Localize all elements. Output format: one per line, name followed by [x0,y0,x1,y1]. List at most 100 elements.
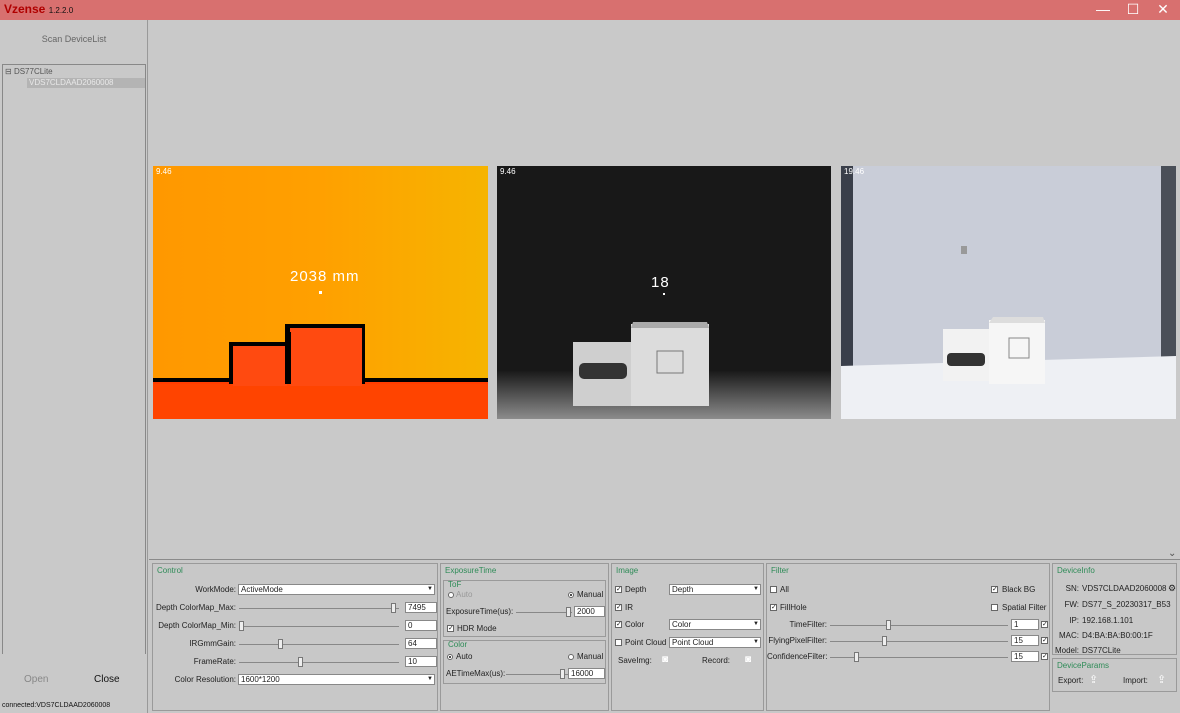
flying-pixel-slider[interactable] [830,641,1008,642]
spatial-filter-label: Spatial Filter [1002,603,1047,612]
expand-bottom-icon[interactable]: ⌄ [1168,548,1176,559]
device-params-title: DeviceParams [1057,661,1110,670]
color-exposure-subgroup: Color Auto Manual AETimeMax(us): 16000 [443,640,606,684]
time-filter-checkbox[interactable]: ✓ [1041,621,1048,628]
colormap-min-input[interactable]: 0 [405,620,437,631]
colormap-min-slider-handle[interactable] [239,621,244,631]
ir-fps: 9.46 [500,167,516,176]
confidence-filter-input[interactable]: 15 [1011,651,1039,662]
scan-devicelist-button[interactable]: Scan DeviceList [0,34,148,44]
colormap-max-slider[interactable] [239,608,399,609]
record-icon[interactable]: ◙ [745,654,751,665]
confidence-filter-checkbox[interactable]: ✓ [1041,653,1048,660]
tof-auto-label: Auto [456,590,473,599]
exposure-title: ExposureTime [445,566,497,575]
irgamma-input[interactable]: 64 [405,638,437,649]
tof-auto-radio[interactable] [448,592,454,598]
irgamma-slider[interactable] [239,644,399,645]
color-manual-label: Manual [577,652,604,661]
colormap-max-slider-handle[interactable] [390,603,396,613]
tof-subgroup: ToF Auto Manual ExposureTime(us): 2000 ✓… [443,580,606,637]
color-image [841,166,1176,419]
flying-pixel-slider-handle[interactable] [882,636,887,646]
hdr-mode-label: HDR Mode [457,624,497,633]
image-group: Image ✓ Depth Depth ▼ ✓ IR ✓ Color Color ▼… [611,563,764,711]
flying-pixel-input[interactable]: 15 [1011,635,1039,646]
hdr-mode-checkbox[interactable]: ✓ [447,625,454,632]
export-icon[interactable]: ⇪ [1089,673,1098,686]
time-filter-input[interactable]: 1 [1011,619,1039,630]
depth-checkbox[interactable]: ✓ [615,586,622,593]
brand-name: Vzense [4,2,46,16]
colormap-min-slider[interactable] [239,626,399,627]
color-exposure-title: Color [448,640,468,649]
exposure-time-slider-handle[interactable] [566,607,571,617]
ae-time-max-label: AETimeMax(us): [446,669,506,678]
workmode-select[interactable]: ActiveMode ▼ [238,584,435,595]
ip-label: IP: [1069,616,1079,625]
close-window-button[interactable]: ✕ [1148,0,1178,20]
color-checkbox[interactable]: ✓ [615,621,622,628]
point-cloud-label: Point Cloud [625,638,667,647]
title-bar: Vzense 1.2.2.0 — ☐ ✕ [0,0,1180,20]
ae-time-max-input[interactable]: 16000 [568,668,605,679]
spatial-filter-checkbox[interactable] [991,604,998,611]
maximize-button[interactable]: ☐ [1118,0,1148,20]
time-filter-slider[interactable] [830,625,1008,626]
fillhole-checkbox[interactable]: ✓ [770,604,777,611]
camera-icon[interactable]: ◙ [662,654,668,665]
import-icon[interactable]: ⇪ [1157,673,1166,686]
ir-checkbox[interactable]: ✓ [615,604,622,611]
tree-collapse-icon[interactable]: ⊟ [5,67,12,76]
device-info-title: DeviceInfo [1057,566,1095,575]
color-manual-radio[interactable] [568,654,574,660]
time-filter-slider-handle[interactable] [886,620,891,630]
framerate-slider-handle[interactable] [297,657,303,667]
point-cloud-checkbox[interactable] [615,639,622,646]
chevron-down-icon: ▼ [753,639,759,645]
settings-gear-icon[interactable]: ⚙ [1168,583,1176,594]
ir-value-readout: 18 [651,274,670,291]
saveimg-label: SaveImg: [618,656,652,665]
ir-image [497,166,831,419]
ir-view[interactable]: 9.46 18 [497,166,831,419]
sn-label: SN: [1065,584,1079,593]
depth-distance-readout: 2038 mm [290,268,360,285]
framerate-slider[interactable] [239,662,399,663]
control-group: Control WorkMode: ActiveMode ▼ Depth Colo… [152,563,438,711]
mac-value: D4:BA:BA:B0:00:1F [1082,631,1153,640]
exposure-time-input[interactable]: 2000 [574,606,605,617]
tree-device-item[interactable]: VDS7CLDAAD2060008 [27,78,145,88]
framerate-input[interactable]: 10 [405,656,437,667]
close-device-button[interactable]: Close [94,674,120,685]
depth-mode-select[interactable]: Depth ▼ [669,584,761,595]
tof-manual-radio[interactable] [568,592,574,598]
settings-panel: Control WorkMode: ActiveMode ▼ Depth Colo… [149,559,1180,713]
minimize-button[interactable]: — [1088,0,1118,20]
color-mode-select[interactable]: Color ▼ [669,619,761,630]
ae-time-max-slider-handle[interactable] [560,669,565,679]
point-cloud-select[interactable]: Point Cloud ▼ [669,637,761,648]
image-title: Image [616,566,639,575]
black-bg-label: Black BG [1002,585,1036,594]
color-auto-radio[interactable] [447,654,453,660]
black-bg-checkbox[interactable]: ✓ [991,586,998,593]
device-list-panel: Scan DeviceList ⊟ DS77CLite VDS7CLDAAD20… [0,20,148,713]
color-view[interactable]: 19.46 [841,166,1176,419]
depth-view[interactable]: 9.46 2038 mm [153,166,488,419]
confidence-filter-slider-handle[interactable] [854,652,859,662]
flying-pixel-checkbox[interactable]: ✓ [1041,637,1048,644]
tree-root-item[interactable]: ⊟ DS77CLite [5,67,53,76]
color-checkbox-label: Color [625,620,645,629]
irgamma-label: IRGmmGain: [189,639,236,648]
connection-status: connected:VDS7CLDAAD2060008 [2,702,111,709]
all-filter-checkbox[interactable] [770,586,777,593]
open-button[interactable]: Open [24,674,48,685]
control-title: Control [157,566,183,575]
fw-label: FW: [1064,600,1079,609]
exposure-time-slider[interactable] [516,612,572,613]
color-resolution-select[interactable]: 1600*1200 ▼ [238,674,435,685]
workmode-value: ActiveMode [241,585,283,594]
colormap-max-input[interactable]: 7495 [405,602,437,613]
irgamma-slider-handle[interactable] [277,639,283,649]
